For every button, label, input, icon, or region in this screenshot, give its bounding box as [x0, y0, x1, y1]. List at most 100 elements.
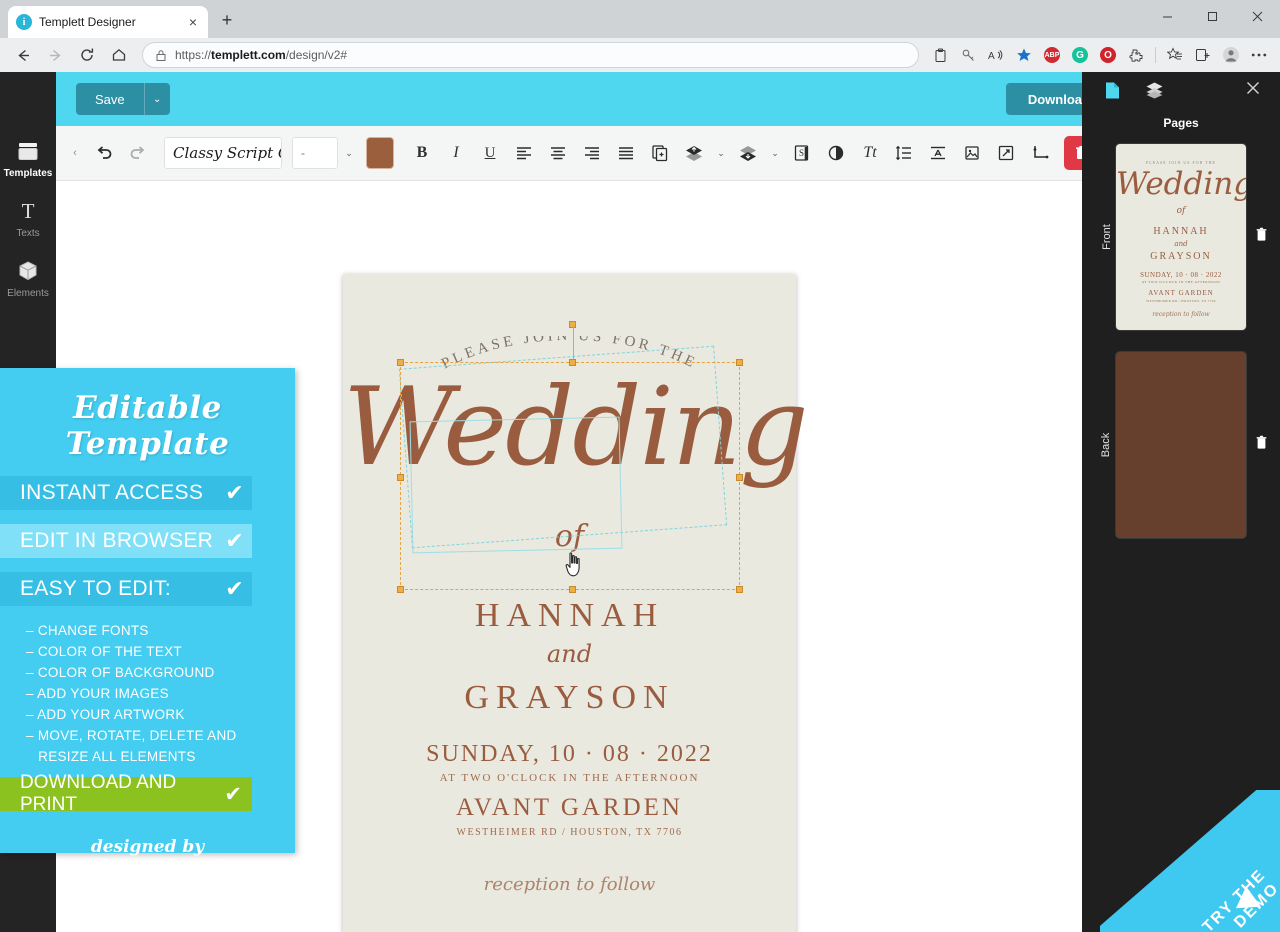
resize-handle-tr[interactable]	[736, 359, 743, 366]
resize-handle-ml[interactable]	[397, 474, 404, 481]
pages-panel-header	[1082, 72, 1280, 108]
layer-up-icon[interactable]	[678, 136, 710, 170]
page-label: Front	[1100, 224, 1113, 250]
font-family-select[interactable]: Classy Script G	[164, 137, 282, 169]
shadow-icon[interactable]: S	[786, 136, 818, 170]
split-screen-icon[interactable]	[1190, 42, 1216, 68]
settings-more-icon[interactable]	[1246, 42, 1272, 68]
browser-tab[interactable]: i Templett Designer ×	[8, 6, 208, 38]
duplicate-icon[interactable]	[644, 136, 676, 170]
promo-overlay: Editable Template INSTANT ACCESS ✔ EDIT …	[0, 368, 295, 877]
layer-down-caret-icon[interactable]: ⌄	[766, 136, 784, 170]
adblock-plus-icon[interactable]: ABP	[1039, 42, 1065, 68]
forward-icon[interactable]	[40, 41, 70, 69]
save-dropdown-caret[interactable]: ⌄	[143, 83, 170, 115]
grammarly-icon[interactable]: G	[1067, 42, 1093, 68]
close-icon[interactable]: ×	[186, 15, 200, 29]
resize-handle-br[interactable]	[736, 586, 743, 593]
bride-name-text[interactable]: HANNAH	[343, 597, 796, 635]
svg-text:A: A	[988, 51, 995, 62]
window-controls	[1145, 0, 1280, 32]
thumb-ampersand: and	[1174, 240, 1188, 248]
opacity-icon[interactable]	[820, 136, 852, 170]
sidebar-item-label: Templates	[3, 168, 53, 179]
ampersand-text[interactable]: and	[343, 640, 796, 668]
key-icon[interactable]	[955, 42, 981, 68]
reception-text[interactable]: reception to follow	[343, 874, 796, 895]
underline-button[interactable]: U	[474, 136, 506, 170]
home-icon[interactable]	[104, 41, 134, 69]
resize-handle-tl[interactable]	[397, 359, 404, 366]
text-transform-icon[interactable]: Tt	[854, 136, 886, 170]
align-right-icon[interactable]	[576, 136, 608, 170]
undo-button[interactable]	[88, 136, 120, 170]
promo-feature-item: RESIZE ALL ELEMENTS	[26, 749, 196, 764]
sidebar-item-templates[interactable]: Templates	[0, 130, 56, 190]
check-icon: ✔	[224, 782, 242, 806]
url-bar[interactable]: https://templett.com/design/v2#	[142, 42, 919, 68]
sidebar-item-elements[interactable]: Elements	[0, 250, 56, 310]
save-button[interactable]: Save ⌄	[76, 83, 170, 115]
date-text[interactable]: SUNDAY, 10 · 08 · 2022	[343, 741, 796, 768]
page-thumbnail-front[interactable]: PLEASE JOIN US FOR THE Wedding of HANNAH…	[1116, 144, 1246, 330]
close-icon[interactable]	[1235, 0, 1280, 32]
bold-button[interactable]: B	[406, 136, 438, 170]
delete-page-front-button[interactable]	[1255, 227, 1268, 247]
layers-icon[interactable]	[1144, 80, 1164, 100]
resize-handle-tc[interactable]	[569, 359, 576, 366]
page-row-front[interactable]: Front PLEASE JOIN US FOR THE Wedding of …	[1082, 144, 1280, 330]
reload-icon[interactable]	[72, 41, 102, 69]
delete-page-back-button[interactable]	[1255, 435, 1268, 455]
profile-icon[interactable]	[1218, 42, 1244, 68]
resize-handle-mr[interactable]	[736, 474, 743, 481]
venue-text[interactable]: AVANT GARDEN	[343, 794, 796, 822]
layer-down-icon[interactable]	[732, 136, 764, 170]
maximize-icon[interactable]	[1190, 0, 1235, 32]
minimize-icon[interactable]	[1145, 0, 1190, 32]
redo-button[interactable]	[122, 136, 154, 170]
align-left-icon[interactable]	[508, 136, 540, 170]
resize-handle-bc[interactable]	[569, 586, 576, 593]
sidebar-item-texts[interactable]: T Texts	[0, 190, 56, 250]
italic-button[interactable]: I	[440, 136, 472, 170]
align-justify-icon[interactable]	[610, 136, 642, 170]
invitation-card[interactable]: PLEASE JOIN US FOR THE Wedding of HANNAH…	[343, 274, 809, 932]
thumb-venue: AVANT GARDEN	[1148, 289, 1214, 297]
mouse-cursor-pointer	[565, 552, 585, 583]
extension-puzzle-icon[interactable]	[1123, 42, 1149, 68]
close-icon[interactable]	[1246, 81, 1260, 99]
toolbar-scroll-left[interactable]: ‹	[64, 136, 86, 170]
thumb-name1: HANNAH	[1153, 226, 1209, 237]
letter-spacing-icon[interactable]	[922, 136, 954, 170]
page-thumbnail-back[interactable]	[1116, 352, 1246, 538]
templett-logo-icon: i	[16, 14, 32, 30]
collections-icon[interactable]	[1162, 42, 1188, 68]
read-aloud-icon[interactable]: A	[983, 42, 1009, 68]
back-icon[interactable]	[8, 41, 38, 69]
opera-extension-icon[interactable]: O	[1095, 42, 1121, 68]
clipboard-icon[interactable]	[927, 42, 953, 68]
font-size-input[interactable]: -	[292, 137, 338, 169]
crop-icon[interactable]	[956, 136, 988, 170]
layer-up-caret-icon[interactable]: ⌄	[712, 136, 730, 170]
tab-title: Templett Designer	[39, 15, 136, 29]
line-height-icon[interactable]	[888, 136, 920, 170]
promo-feature-item: – COLOR OF BACKGROUND	[26, 665, 215, 680]
card-content: PLEASE JOIN US FOR THE Wedding of HANNAH…	[343, 274, 809, 932]
thumb-name2: GRAYSON	[1150, 251, 1212, 262]
font-size-caret-icon[interactable]: ⌄	[340, 136, 358, 170]
address-text[interactable]: WESTHEIMER RD / HOUSTON, TX 7706	[343, 827, 796, 838]
try-the-demo-ribbon[interactable]: TRY THE DEMO	[1100, 790, 1280, 932]
promo-feature-list: – CHANGE FONTS – COLOR OF THE TEXT – COL…	[0, 606, 295, 767]
page-icon[interactable]	[1102, 80, 1122, 100]
groom-name-text[interactable]: GRAYSON	[343, 679, 796, 717]
rotate-axis-icon[interactable]	[1024, 136, 1056, 170]
align-center-icon[interactable]	[542, 136, 574, 170]
page-row-back[interactable]: Back	[1082, 352, 1280, 538]
resize-icon[interactable]	[990, 136, 1022, 170]
favorite-star-icon[interactable]	[1011, 42, 1037, 68]
resize-handle-bl[interactable]	[397, 586, 404, 593]
text-color-swatch[interactable]	[366, 137, 394, 169]
time-text[interactable]: AT TWO O'CLOCK IN THE AFTERNOON	[343, 772, 796, 784]
new-tab-button[interactable]: +	[214, 7, 240, 33]
